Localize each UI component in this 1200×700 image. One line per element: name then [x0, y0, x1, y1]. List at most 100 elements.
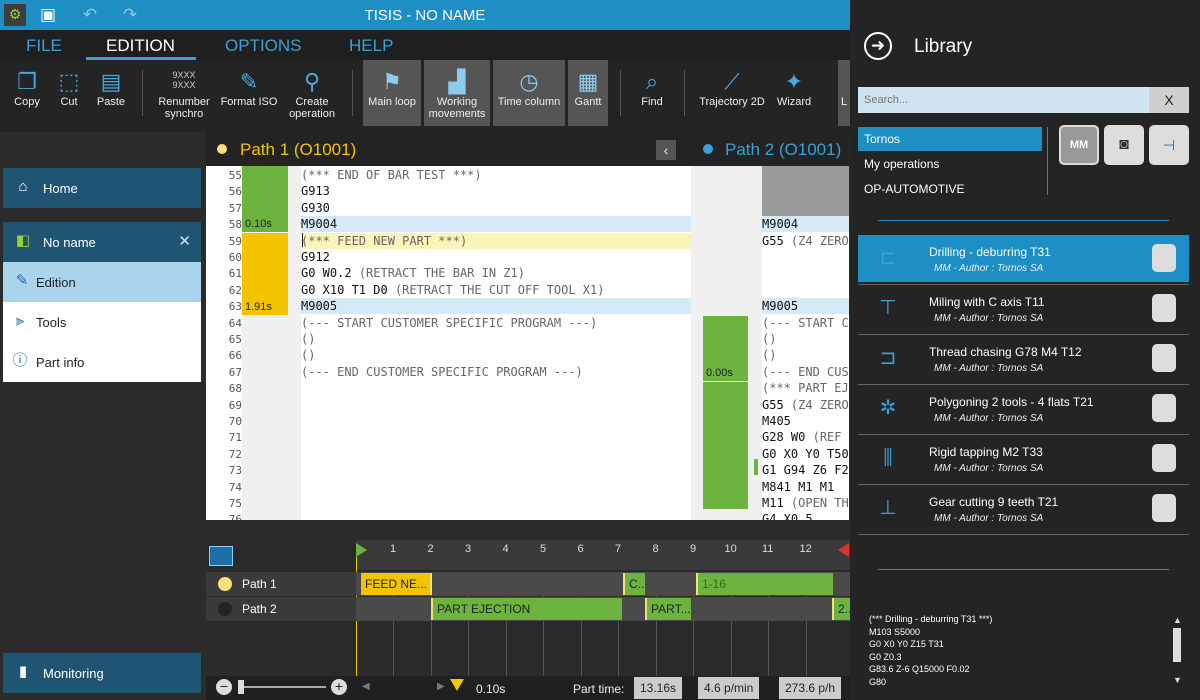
arrow-right-icon[interactable]: ➜ — [864, 32, 892, 60]
find-button[interactable]: ⌕ Find — [632, 60, 672, 126]
code-line[interactable]: M9005 — [301, 299, 337, 313]
time-block[interactable]: 1.91s — [242, 233, 288, 315]
sidebar-item-project[interactable]: ◧ No name ✕ — [3, 222, 201, 262]
code-line[interactable]: M841 M1 M1 — [762, 480, 834, 494]
code-line[interactable]: (--- END CUSTOMER SPECIFIC PROGRAM ---) — [301, 365, 583, 379]
library-toggle-button[interactable]: L — [838, 60, 850, 126]
code-line[interactable]: M405 — [762, 414, 791, 428]
gantt-segment[interactable]: 1-16 — [696, 573, 833, 595]
renumber-synchro-button[interactable]: 9XXX 9XXX Renumber synchro — [154, 60, 214, 126]
sidebar-item-monitoring[interactable]: ▮ Monitoring — [3, 653, 201, 693]
tool-filter-icon[interactable]: ⊣ — [1149, 125, 1189, 165]
create-operation-button[interactable]: ⚲ Create operation — [284, 60, 340, 126]
cut-button[interactable]: ⬚ Cut — [50, 60, 88, 126]
code-line[interactable]: M11 (OPEN TH — [762, 496, 849, 510]
main-loop-button[interactable]: ⚑ Main loop — [363, 60, 421, 126]
zoom-in-icon[interactable]: + — [331, 679, 347, 695]
gantt-segment[interactable]: 2... — [832, 598, 850, 620]
zoom-out-icon[interactable]: − — [216, 679, 232, 695]
code-line[interactable]: (*** END OF BAR TEST ***) — [301, 168, 482, 182]
paste-button[interactable]: ▤ Paste — [90, 60, 132, 126]
line-number: 59 — [228, 234, 242, 248]
wizard-button[interactable]: ✦ Wizard — [772, 60, 816, 126]
code-line[interactable]: () — [301, 332, 315, 346]
code-line[interactable]: G55 (Z4 ZERO — [762, 398, 849, 412]
code-line[interactable]: G4 X0.5 — [762, 512, 813, 520]
menu-options[interactable]: OPTIONS — [225, 36, 302, 56]
scroll-left-icon[interactable]: ◀ — [362, 681, 370, 692]
code-line[interactable]: (--- START C — [762, 316, 849, 330]
start-marker-icon[interactable] — [356, 543, 367, 557]
trajectory-2d-button[interactable]: ⟋ Trajectory 2D — [694, 60, 770, 126]
code-line[interactable]: () — [762, 348, 776, 362]
library-item[interactable]: ⊤ Miling with C axis T11 MM - Author : Tor… — [858, 285, 1189, 335]
category-tornos[interactable]: Tornos — [858, 127, 1042, 151]
format-iso-button[interactable]: ✎ Format ISO — [218, 60, 280, 126]
zoom-slider-handle[interactable] — [238, 680, 244, 694]
sidebar-item-edition[interactable]: ✎ Edition — [3, 262, 201, 302]
sidebar-item-tools[interactable]: ⫸ Tools — [3, 302, 201, 342]
category-my-operations[interactable]: My operations — [858, 152, 1042, 176]
sidebar-item-part-info[interactable]: ⓘ Part info — [3, 342, 201, 382]
collapse-chevron-icon[interactable]: ‹ — [656, 140, 676, 160]
library-item-name: Gear cutting 9 teeth T21 — [929, 495, 1059, 509]
code-line[interactable]: G913 — [301, 184, 330, 198]
working-movements-button[interactable]: ▟ Working movements — [424, 60, 490, 126]
scroll-right-icon[interactable]: ▶ — [437, 681, 445, 692]
gantt-layout-icon[interactable] — [209, 546, 233, 566]
code-line[interactable]: G55 (Z4 ZERO — [762, 234, 849, 248]
menu-file[interactable]: FILE — [26, 36, 62, 56]
code-line[interactable]: () — [762, 332, 776, 346]
path1-code-editor[interactable]: 0.10s 1.91s 55 (*** END OF BAR TEST ***) 56 G… — [206, 166, 691, 520]
gantt-segment[interactable]: C... — [623, 573, 645, 595]
end-marker-icon[interactable] — [838, 543, 849, 557]
menu-help[interactable]: HELP — [349, 36, 393, 56]
library-item[interactable]: ⊐ Thread chasing G78 M4 T12 MM - Author : … — [858, 335, 1189, 385]
path2-header: Path 2 (O1001) — [691, 132, 849, 166]
gantt-segment[interactable]: FEED NE... — [361, 573, 432, 595]
path2-code-editor[interactable]: 0.00s M9004 G55 (Z4 ZERO M9005 (--- START C (… — [691, 166, 849, 520]
time-block[interactable]: 0.10s — [242, 166, 288, 232]
zoom-slider[interactable] — [238, 686, 326, 688]
code-line[interactable]: M9005 — [762, 299, 798, 313]
code-line[interactable]: (--- START CUSTOMER SPECIFIC PROGRAM ---… — [301, 316, 597, 330]
code-line[interactable]: M9004 — [301, 217, 337, 231]
code-line[interactable]: G0 X0 Y0 T50 — [762, 447, 849, 461]
code-line[interactable]: () — [301, 348, 315, 362]
clear-search-button[interactable]: X — [1149, 87, 1189, 113]
code-line[interactable]: G930 — [301, 201, 330, 215]
library-item[interactable]: ⊏ Drilling - deburring T31 MM - Author : T… — [858, 235, 1189, 285]
library-item[interactable]: ⫼ Rigid tapping M2 T33 MM - Author : Torno… — [858, 435, 1189, 485]
sidebar-item-home[interactable]: ⌂ Home — [3, 168, 201, 208]
code-line[interactable]: G1 G94 Z6 F2 — [762, 463, 849, 477]
menu-edition[interactable]: EDITION — [106, 36, 175, 56]
category-op-automotive[interactable]: OP-AUTOMOTIVE — [858, 177, 1042, 201]
code-line[interactable]: (--- END CUS — [762, 365, 849, 379]
code-line[interactable]: G912 — [301, 250, 330, 264]
window-title: TISIS - NO NAME — [364, 7, 486, 24]
code-line[interactable]: G0 X10 T1 D0 (RETRACT THE CUT OFF TOOL X… — [301, 283, 604, 297]
code-scrollbar[interactable] — [1173, 628, 1181, 662]
code-line[interactable]: M9004 — [762, 217, 798, 231]
code-line[interactable]: G28 W0 (REF — [762, 430, 842, 444]
code-line[interactable]: G0 W0.2 (RETRACT THE BAR IN Z1) — [301, 266, 525, 280]
close-project-icon[interactable]: ✕ — [178, 232, 191, 250]
unit-mm-button[interactable]: MM — [1059, 125, 1099, 165]
scroll-down-icon[interactable]: ▼ — [1173, 675, 1182, 685]
time-block[interactable]: 0.00s — [703, 316, 748, 381]
scroll-up-icon[interactable]: ▲ — [1173, 615, 1182, 625]
copy-button[interactable]: ❐ Copy — [6, 60, 48, 126]
library-search-input[interactable] — [858, 87, 1149, 113]
library-item[interactable]: ⊥ Gear cutting 9 teeth T21 MM - Author : T… — [858, 485, 1189, 535]
library-item[interactable]: ✲ Polygoning 2 tools - 4 flats T21 MM - Au… — [858, 385, 1189, 435]
library-title: Library — [914, 36, 973, 57]
code-line[interactable]: (*** FEED NEW PART ***) — [301, 234, 467, 248]
time-column-button[interactable]: ◷ Time column — [493, 60, 565, 126]
gantt-segment[interactable]: PART... — [645, 598, 691, 620]
code-line[interactable]: (*** PART EJ — [762, 381, 849, 395]
time-block[interactable] — [703, 382, 748, 509]
gantt-segment[interactable]: PART EJECTION — [431, 598, 622, 620]
machine-filter-icon[interactable]: ◙ — [1104, 125, 1144, 165]
gantt-button[interactable]: ▦ Gantt — [568, 60, 608, 126]
toolbar-divider — [684, 70, 685, 116]
